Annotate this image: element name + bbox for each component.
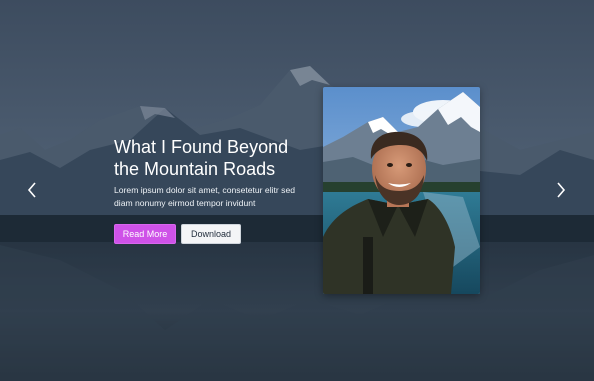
portrait-photo (323, 87, 480, 294)
read-more-button[interactable]: Read More (114, 224, 176, 244)
chevron-left-icon (27, 182, 36, 198)
hero-title: What I Found Beyond the Mountain Roads (114, 137, 289, 179)
chevron-right-icon (557, 182, 566, 198)
hero-description: Lorem ipsum dolor sit amet, consetetur e… (114, 185, 296, 208)
hero-photo-card (323, 87, 480, 294)
hero-slider: What I Found Beyond the Mountain Roads L… (0, 0, 594, 381)
download-button[interactable]: Download (181, 224, 241, 244)
previous-slide-button[interactable] (20, 177, 44, 203)
next-slide-button[interactable] (549, 177, 573, 203)
